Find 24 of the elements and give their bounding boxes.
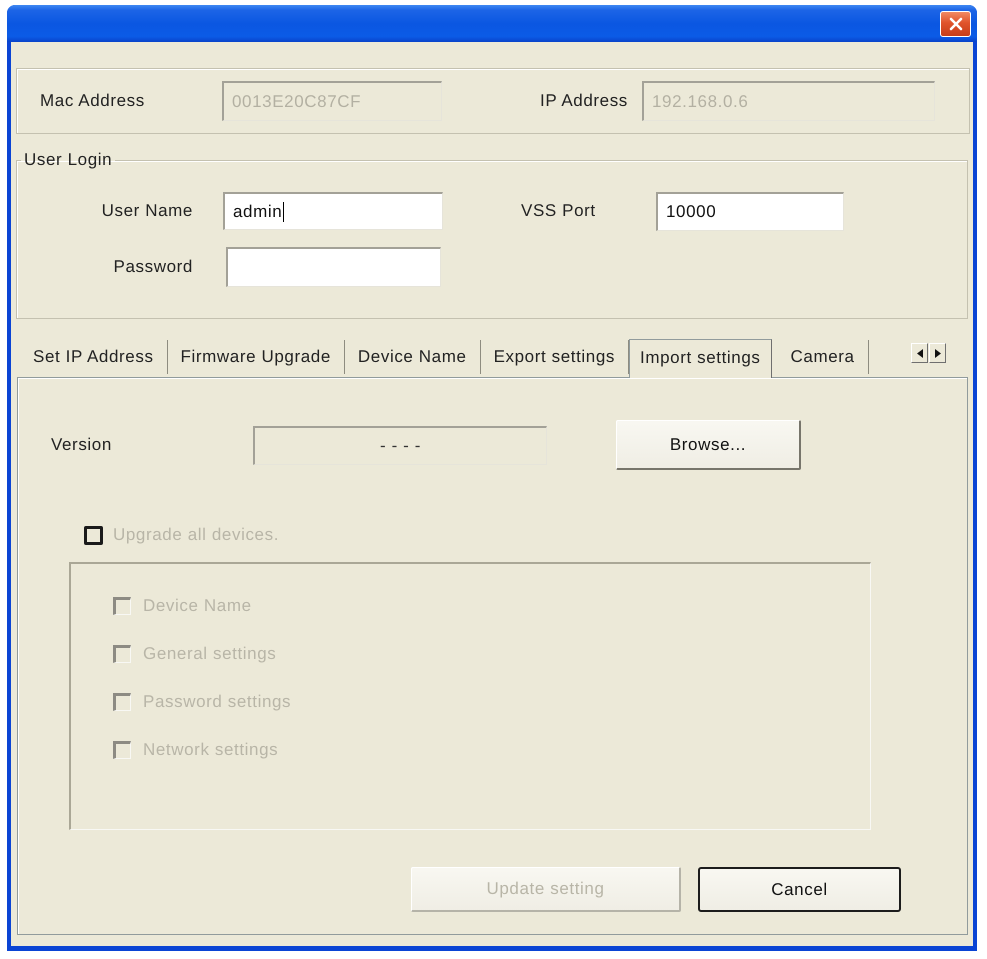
version-field: - - - - [253,426,547,464]
scroll-left-button[interactable] [911,343,928,363]
tab[interactable]: Camera [778,340,869,374]
field-label: IP Address [540,91,629,111]
field-label: Mac Address [40,91,146,111]
browse-button[interactable]: Browse... [616,420,801,470]
group-title: User Login [23,150,114,170]
close-button[interactable] [940,11,971,37]
tab[interactable]: Firmware Upgrade [168,340,345,374]
field-label: User Name [100,201,193,221]
scroll-right-button[interactable] [929,343,946,363]
dialog-button[interactable]: Cancel [698,867,901,912]
tab[interactable]: Device Name [344,340,481,374]
input-field[interactable]: 10000 [656,192,844,230]
field-label: Password [112,257,193,277]
caret-right-icon [934,348,940,358]
version-label: Version [51,435,113,455]
caret-left-icon [916,348,922,358]
tab[interactable]: Import settings [629,339,772,378]
close-icon [948,17,962,31]
input-field[interactable]: admin [223,192,443,230]
tab[interactable]: Set IP Address [20,340,168,374]
input-field[interactable] [226,247,441,287]
field-label: VSS Port [521,201,597,221]
